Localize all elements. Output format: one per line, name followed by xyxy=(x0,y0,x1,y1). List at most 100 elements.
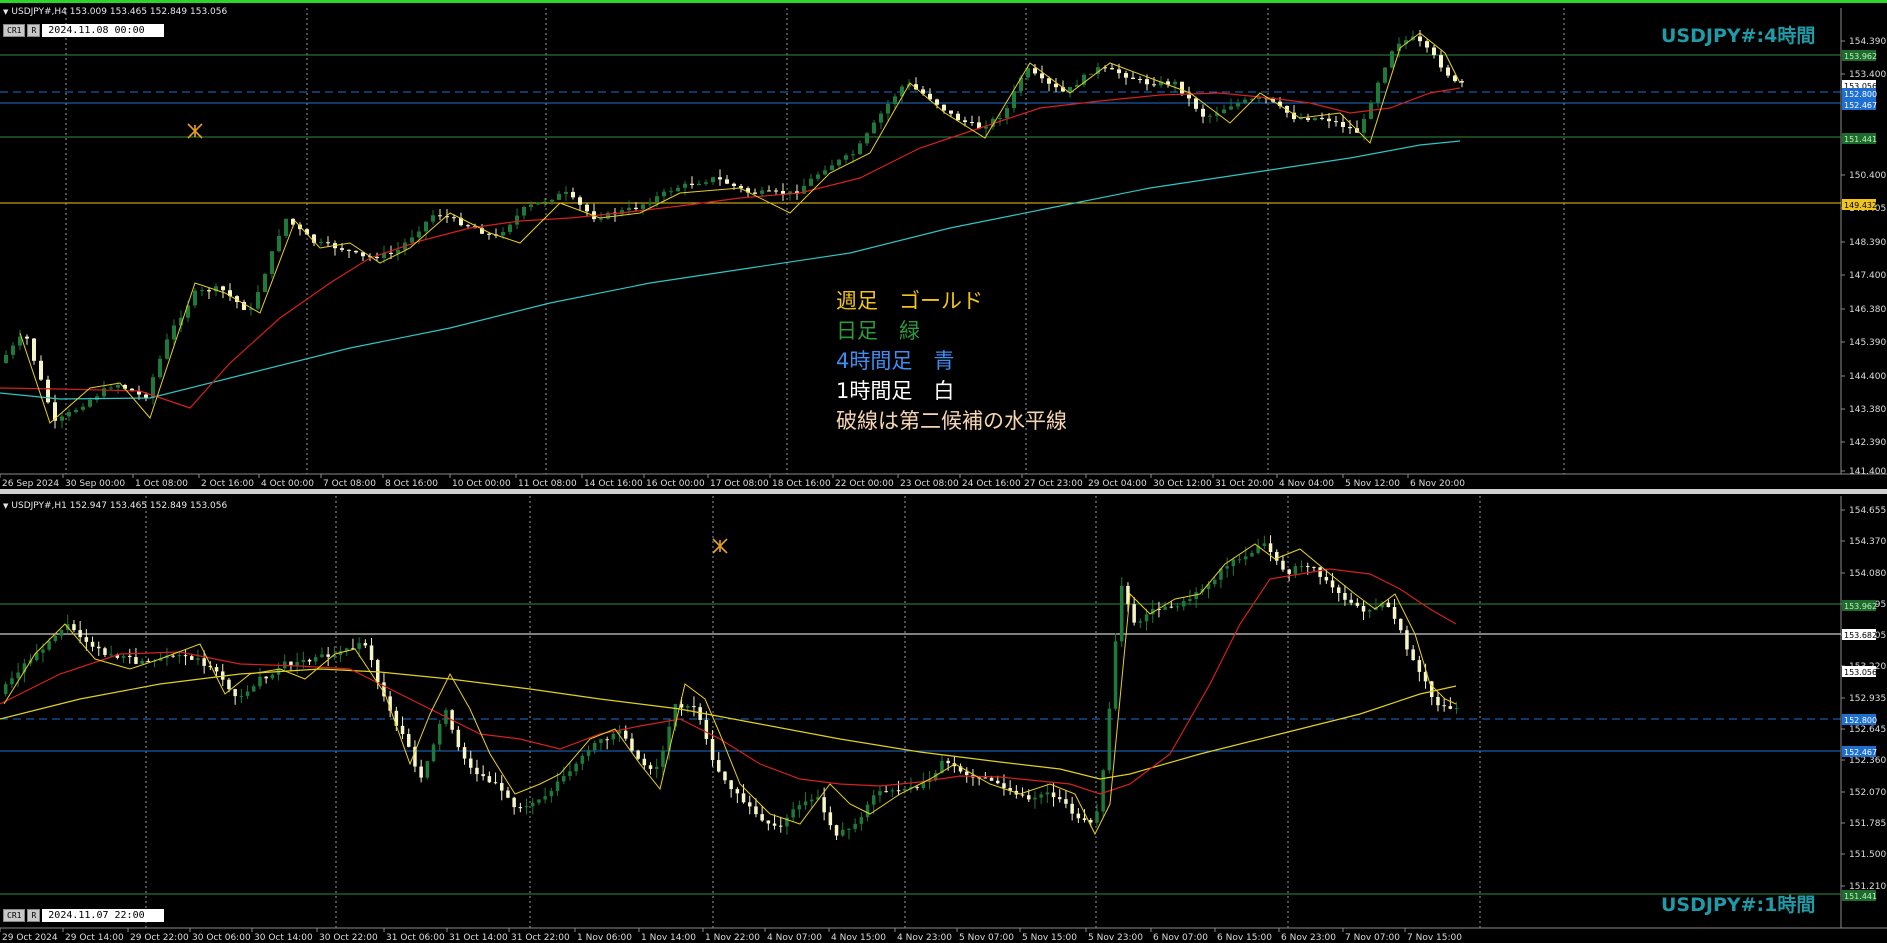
candle-body[interactable] xyxy=(779,825,783,827)
candle-body[interactable] xyxy=(586,750,591,756)
candle-body[interactable] xyxy=(487,233,491,235)
candle-body[interactable] xyxy=(270,251,274,274)
candle-body[interactable] xyxy=(599,739,603,744)
candle-body[interactable] xyxy=(859,817,864,824)
candle-body[interactable] xyxy=(1430,681,1434,697)
candle-body[interactable] xyxy=(295,662,299,666)
candle-body[interactable] xyxy=(326,654,330,657)
candle-body[interactable] xyxy=(1231,559,1236,567)
candle-body[interactable] xyxy=(915,787,919,789)
candle-body[interactable] xyxy=(949,110,953,114)
candle-body[interactable] xyxy=(493,782,498,784)
candle-body[interactable] xyxy=(252,686,256,692)
candle-body[interactable] xyxy=(965,771,969,775)
candle-body[interactable] xyxy=(946,760,950,764)
chart-pane-h4[interactable]: 154.390153.400150.400149.405148.390147.4… xyxy=(0,0,1887,489)
candle-body[interactable] xyxy=(996,780,1000,784)
candle-body[interactable] xyxy=(624,730,628,739)
candle-body[interactable] xyxy=(717,760,721,772)
candle-body[interactable] xyxy=(692,706,696,708)
candle-body[interactable] xyxy=(1386,602,1391,608)
candle-body[interactable] xyxy=(1262,543,1267,546)
candle-body[interactable] xyxy=(270,674,275,679)
candle-body[interactable] xyxy=(555,781,560,791)
candle-body[interactable] xyxy=(585,204,589,212)
candle-body[interactable] xyxy=(320,654,324,658)
candle-body[interactable] xyxy=(239,695,244,697)
candle-body[interactable] xyxy=(1399,618,1403,631)
candle-body[interactable] xyxy=(605,739,609,741)
candle-body[interactable] xyxy=(518,807,523,809)
candle-body[interactable] xyxy=(766,820,771,824)
candle-body[interactable] xyxy=(760,190,764,194)
candle-body[interactable] xyxy=(158,358,162,378)
candle-body[interactable] xyxy=(1343,593,1347,600)
candle-body[interactable] xyxy=(1244,556,1248,560)
candle-body[interactable] xyxy=(562,776,566,782)
candle-body[interactable] xyxy=(803,801,808,806)
candle-body[interactable] xyxy=(1390,51,1394,68)
candle-body[interactable] xyxy=(221,286,225,291)
candle-body[interactable] xyxy=(103,648,107,655)
candle-body[interactable] xyxy=(1082,818,1087,821)
candle-body[interactable] xyxy=(529,204,533,207)
candle-body[interactable] xyxy=(59,629,64,636)
candle-body[interactable] xyxy=(452,217,456,219)
candle-body[interactable] xyxy=(363,643,368,646)
candle-body[interactable] xyxy=(1131,77,1135,80)
candle-body[interactable] xyxy=(284,218,288,236)
candle-body[interactable] xyxy=(1095,811,1099,823)
candle-body[interactable] xyxy=(593,743,597,751)
candle-body[interactable] xyxy=(853,823,857,829)
candle-body[interactable] xyxy=(264,676,268,679)
candle-body[interactable] xyxy=(1349,599,1353,603)
candle-body[interactable] xyxy=(1337,587,1341,594)
candle-body[interactable] xyxy=(711,177,715,183)
candle-body[interactable] xyxy=(718,177,722,180)
candle-body[interactable] xyxy=(1040,73,1044,79)
candle-body[interactable] xyxy=(277,235,281,252)
candle-body[interactable] xyxy=(501,232,505,236)
candle-body[interactable] xyxy=(425,761,430,778)
date-field[interactable]: 2024.11.08 00:00 xyxy=(42,24,165,37)
candle-body[interactable] xyxy=(1201,108,1205,117)
candle-body[interactable] xyxy=(568,771,572,777)
candle-body[interactable] xyxy=(543,201,547,203)
candle-body[interactable] xyxy=(1376,82,1380,103)
candle-body[interactable] xyxy=(389,252,393,254)
cr-badge[interactable]: CR1 xyxy=(3,24,26,37)
candle-body[interactable] xyxy=(537,799,541,803)
candle-body[interactable] xyxy=(347,249,351,251)
candle-body[interactable] xyxy=(1027,795,1031,800)
candle-body[interactable] xyxy=(963,120,967,122)
candle-body[interactable] xyxy=(754,806,758,815)
candle-body[interactable] xyxy=(165,339,169,359)
candle-body[interactable] xyxy=(1348,126,1352,129)
candle-body[interactable] xyxy=(903,788,907,791)
candle-body[interactable] xyxy=(767,190,771,192)
candle-body[interactable] xyxy=(648,202,652,205)
candle-body[interactable] xyxy=(410,237,414,243)
candle-body[interactable] xyxy=(823,170,827,175)
candle-body[interactable] xyxy=(1002,783,1006,788)
candle-body[interactable] xyxy=(896,790,901,792)
candle-body[interactable] xyxy=(172,325,176,340)
candle-body[interactable] xyxy=(531,802,535,807)
candle-body[interactable] xyxy=(190,656,194,660)
candle-body[interactable] xyxy=(1047,78,1051,84)
candle-body[interactable] xyxy=(1418,36,1422,42)
candle-body[interactable] xyxy=(543,796,547,800)
candle-body[interactable] xyxy=(774,190,778,192)
candle-body[interactable] xyxy=(258,676,262,687)
candle-body[interactable] xyxy=(1152,84,1156,86)
candle-body[interactable] xyxy=(32,338,36,361)
cr-badge[interactable]: CR1 xyxy=(3,909,26,922)
candle-body[interactable] xyxy=(1005,108,1009,119)
candle-body[interactable] xyxy=(16,672,20,679)
candle-body[interactable] xyxy=(1124,73,1128,78)
candle-body[interactable] xyxy=(1243,99,1247,103)
crosshair-tool-icon[interactable] xyxy=(712,538,728,554)
candle-body[interactable] xyxy=(791,809,795,818)
candle-body[interactable] xyxy=(1383,67,1387,83)
candle-body[interactable] xyxy=(1208,115,1212,117)
